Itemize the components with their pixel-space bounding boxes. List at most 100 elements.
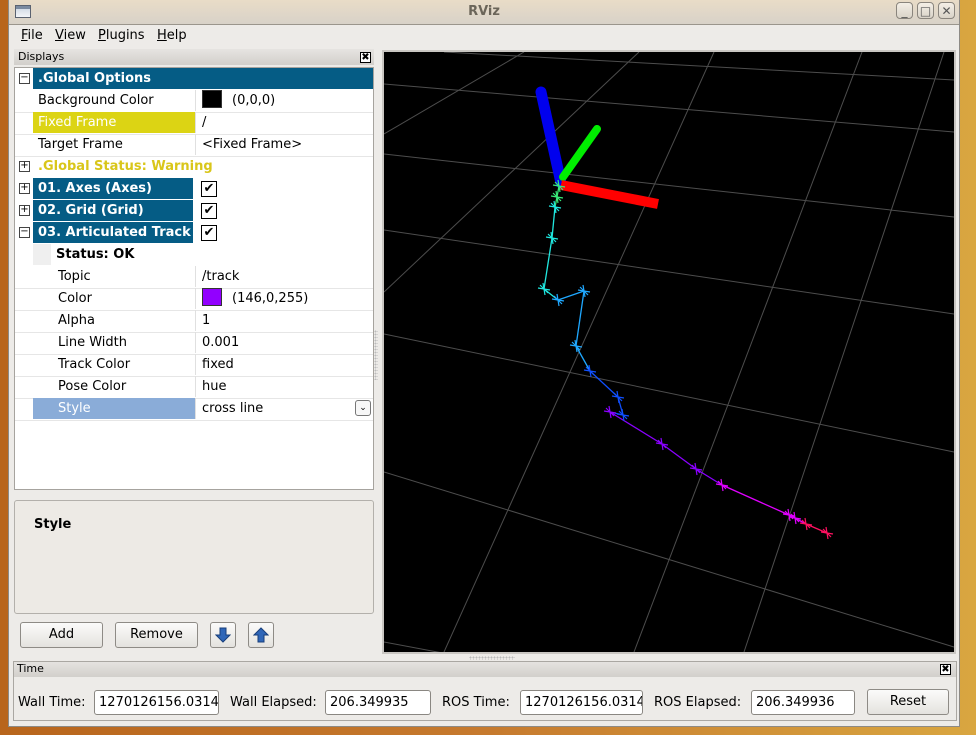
chevron-down-icon[interactable]: ⌄: [355, 400, 371, 416]
track-pose-marker: [820, 526, 834, 540]
ros-time-field[interactable]: 1270126156.0314: [520, 690, 643, 715]
enable-checkbox[interactable]: ✔: [201, 203, 217, 219]
alpha-row[interactable]: Alpha 1: [15, 310, 373, 333]
track-pose-marker: [603, 405, 617, 419]
property-name: Track Color: [58, 357, 131, 372]
track-pose-marker: [550, 190, 564, 204]
line-width-row[interactable]: Line Width 0.001: [15, 332, 373, 355]
ros-time-label: ROS Time:: [442, 695, 510, 710]
grid-line: [383, 51, 525, 135]
ros-elapsed-field[interactable]: 206.349936: [751, 690, 855, 715]
enable-checkbox[interactable]: ✔: [201, 225, 217, 241]
color-row[interactable]: Color (146,0,255): [15, 288, 373, 311]
display-axes-row[interactable]: + 01. Axes (Axes) ✔: [15, 178, 373, 200]
maximize-button[interactable]: □: [917, 2, 934, 19]
track-segment: [589, 370, 619, 398]
global-options-label: .Global Options: [33, 68, 373, 89]
menu-view[interactable]: View: [55, 28, 86, 43]
property-name: Alpha: [58, 313, 95, 328]
pose-color-row[interactable]: Pose Color hue: [15, 376, 373, 399]
track-pose-marker: [799, 517, 813, 531]
track-pose-marker: [551, 293, 565, 307]
grid-line: [383, 51, 640, 293]
target-frame-value[interactable]: <Fixed Frame>: [195, 134, 373, 155]
display-label: 03. Articulated Track: [33, 222, 193, 243]
property-name: Style: [33, 398, 195, 419]
display-articulated-track-row[interactable]: − 03. Articulated Track ✔: [15, 222, 373, 244]
vertical-splitter-handle[interactable]: [374, 330, 378, 380]
target-frame-row[interactable]: Target Frame <Fixed Frame>: [15, 134, 373, 157]
topic-value[interactable]: /track: [195, 266, 373, 287]
pose-color-value[interactable]: hue: [195, 376, 373, 397]
global-options-row[interactable]: − .Global Options: [15, 68, 373, 90]
wall-time-field[interactable]: 1270126156.03146: [94, 690, 219, 715]
move-up-button[interactable]: [248, 622, 274, 648]
property-name: Fixed Frame: [33, 112, 195, 133]
scene-canvas[interactable]: [383, 51, 955, 673]
global-status-row[interactable]: + .Global Status: Warning: [15, 156, 373, 178]
track-segment: [609, 411, 663, 445]
menu-file[interactable]: File: [21, 28, 43, 43]
time-panel: Wall Time: 1270126156.03146 Wall Elapsed…: [13, 661, 957, 721]
grid-line: [633, 51, 863, 653]
fixed-frame-value[interactable]: /: [195, 112, 373, 133]
alpha-value[interactable]: 1: [195, 310, 373, 331]
wall-elapsed-field[interactable]: 206.349935: [325, 690, 431, 715]
title-bar[interactable]: RViz _ □ ✕: [9, 0, 959, 25]
grid-line: [383, 641, 545, 673]
property-name: Target Frame: [38, 137, 123, 152]
add-button[interactable]: Add: [20, 622, 103, 648]
track-pose-marker: [689, 462, 703, 476]
color-value[interactable]: (146,0,255): [195, 288, 373, 309]
track-pose-marker: [715, 478, 729, 492]
maximize-icon: □: [919, 4, 932, 18]
arrow-up-icon: [252, 627, 270, 643]
reset-button[interactable]: Reset: [867, 689, 949, 715]
background-color-value[interactable]: (0,0,0): [195, 90, 373, 111]
wall-time-label: Wall Time:: [18, 695, 86, 710]
render-viewport[interactable]: [382, 50, 956, 673]
grid-line: [383, 333, 955, 453]
style-combobox[interactable]: cross line ⌄: [195, 398, 373, 419]
menu-help[interactable]: Help: [157, 28, 187, 43]
fixed-frame-row[interactable]: Fixed Frame /: [15, 112, 373, 135]
collapse-icon[interactable]: −: [19, 73, 30, 84]
track-color-value[interactable]: fixed: [195, 354, 373, 375]
close-button[interactable]: ✕: [938, 2, 955, 19]
property-name: Line Width: [58, 335, 127, 350]
displays-title: Displays: [18, 50, 65, 63]
grid-line: [383, 229, 955, 315]
style-row[interactable]: Style cross line ⌄: [15, 398, 373, 421]
property-name: Color: [58, 291, 92, 306]
grid-line: [443, 51, 955, 81]
arrow-down-icon: [214, 627, 232, 643]
collapse-icon[interactable]: −: [19, 227, 30, 238]
track-pose-marker: [655, 437, 669, 451]
help-title: Style: [34, 517, 72, 532]
expand-icon[interactable]: +: [19, 161, 30, 172]
menu-plugins[interactable]: Plugins: [98, 28, 145, 43]
close-icon: ✕: [941, 4, 952, 18]
display-grid-row[interactable]: + 02. Grid (Grid) ✔: [15, 200, 373, 222]
displays-tree: − .Global Options Background Color (0,0,…: [14, 67, 374, 490]
background-color-row[interactable]: Background Color (0,0,0): [15, 90, 373, 113]
displays-close-icon[interactable]: ✖: [360, 52, 371, 63]
property-name: Background Color: [38, 93, 154, 108]
track-color-row[interactable]: Track Color fixed: [15, 354, 373, 377]
track-status-row[interactable]: Status: OK: [15, 244, 373, 266]
expand-icon[interactable]: +: [19, 205, 30, 216]
background-color-swatch[interactable]: [202, 90, 222, 108]
enable-checkbox[interactable]: ✔: [201, 181, 217, 197]
track-color-swatch[interactable]: [202, 288, 222, 306]
minimize-button[interactable]: _: [896, 2, 913, 19]
property-help-box: Style: [14, 500, 374, 614]
topic-row[interactable]: Topic /track: [15, 266, 373, 289]
remove-button[interactable]: Remove: [115, 622, 198, 648]
axis-z: [535, 86, 567, 189]
line-width-value[interactable]: 0.001: [195, 332, 373, 353]
move-down-button[interactable]: [210, 622, 236, 648]
grid-line: [383, 83, 955, 133]
horizontal-splitter-handle[interactable]: [469, 656, 515, 660]
grid-line: [383, 153, 955, 218]
expand-icon[interactable]: +: [19, 183, 30, 194]
